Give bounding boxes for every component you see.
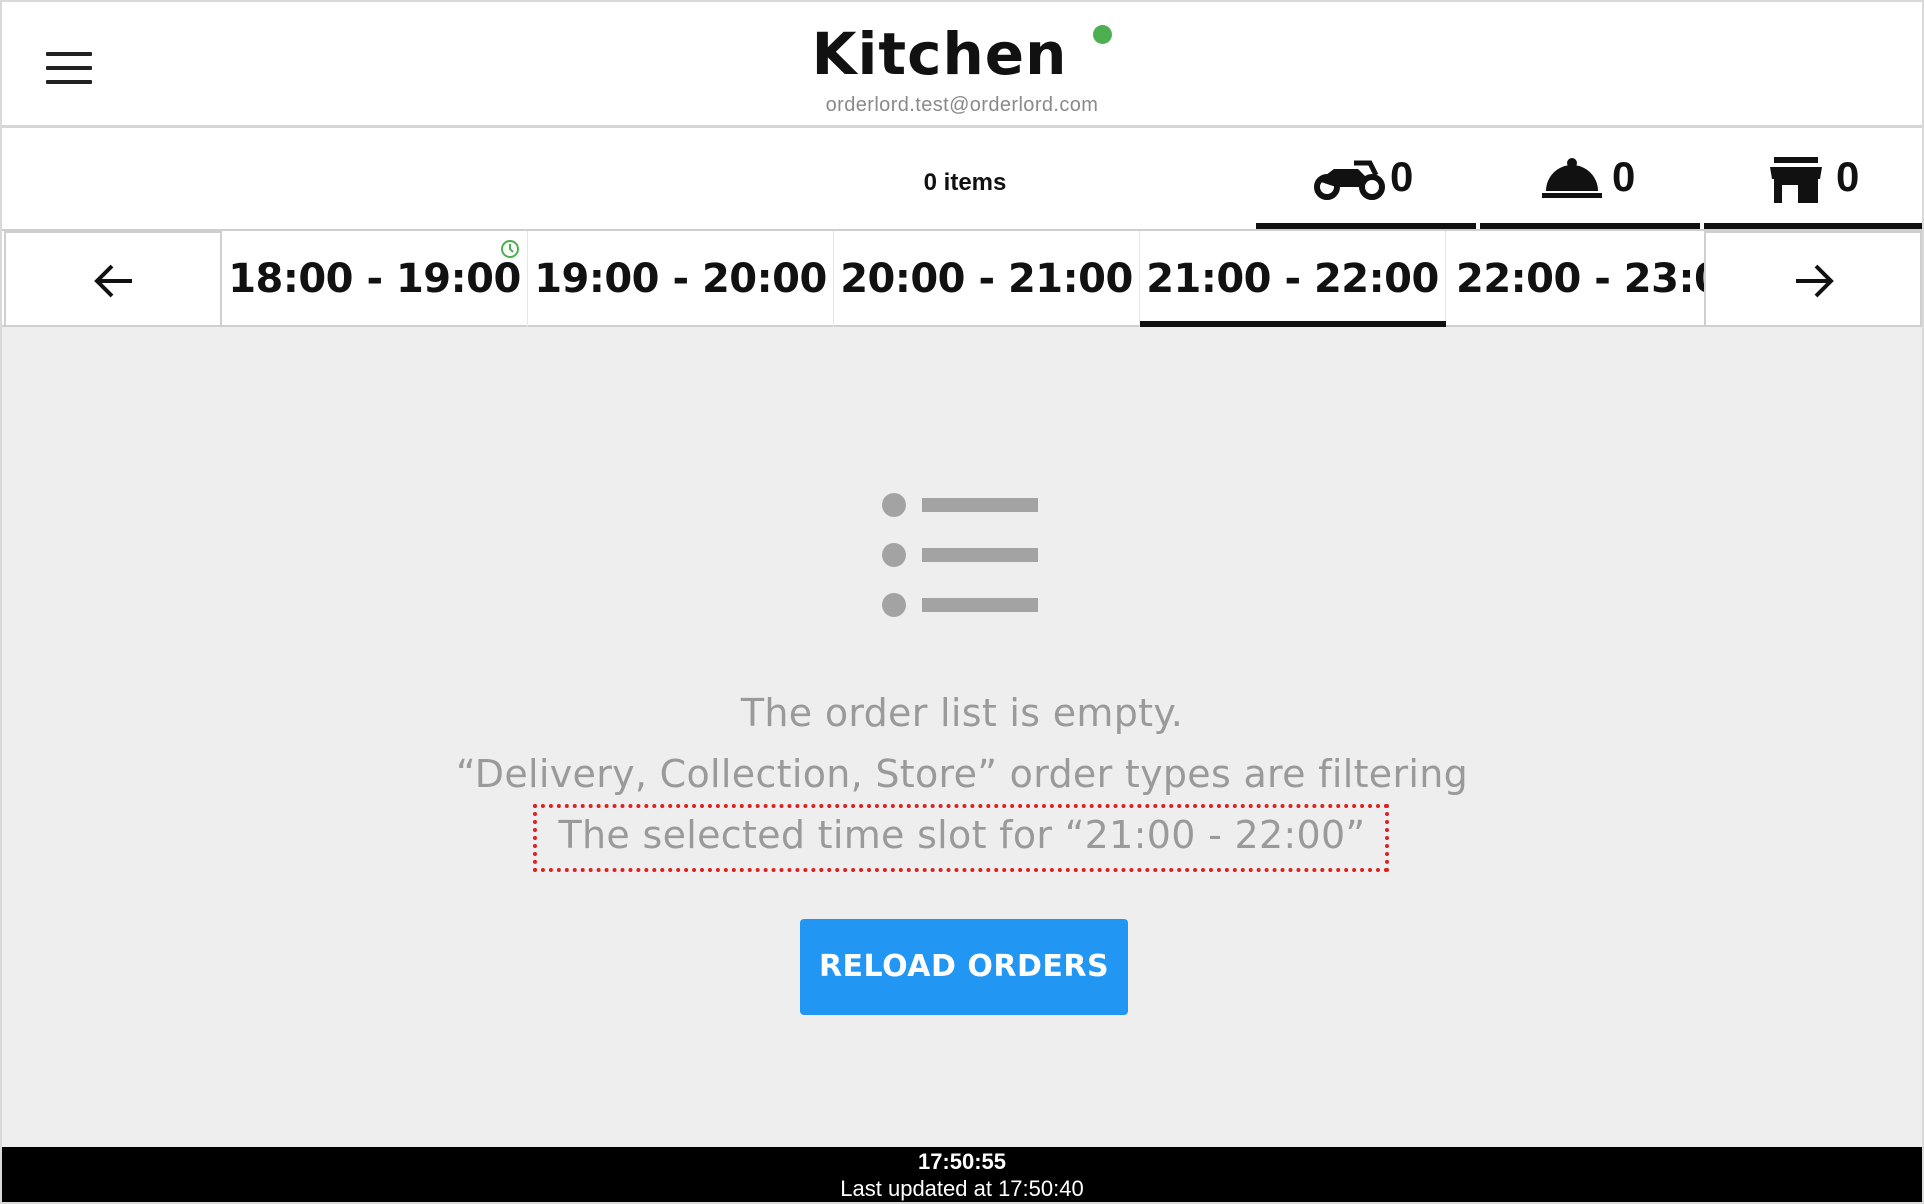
order-summary-bar: 0 items 0 0 0 [2, 131, 1922, 231]
next-slot-button[interactable] [1704, 231, 1922, 327]
cloche-icon [1542, 158, 1602, 198]
title-group: Kitchen [2, 20, 1922, 88]
page-title: Kitchen [811, 20, 1068, 88]
time-slot-20-21[interactable]: 20:00 - 21:00 [834, 231, 1140, 327]
last-updated: Last updated at 17:50:40 [840, 1176, 1084, 1201]
time-slot-message: The selected time slot for “21:00 - 22:0… [558, 813, 1366, 857]
time-slot-bar: 18:00 - 19:00 19:00 - 20:00 20:00 - 21:0… [2, 231, 1922, 327]
motorbike-icon [1314, 160, 1385, 200]
time-slot-label: 18:00 - 19:00 [228, 256, 521, 302]
current-time: 17:50:55 [917, 1149, 1007, 1174]
time-slot-21-22-selected[interactable]: 21:00 - 22:00 [1140, 231, 1446, 327]
status-footer: 17:50:55 Last updated at 17:50:40 [2, 1147, 1922, 1202]
time-slot-list: 18:00 - 19:00 19:00 - 20:00 20:00 - 21:0… [222, 231, 1704, 327]
collection-count: 0 [1612, 153, 1636, 200]
store-count: 0 [1836, 153, 1860, 200]
reload-orders-button[interactable]: RELOAD ORDERS [800, 919, 1128, 1015]
order-type-store-tab[interactable]: 0 [1704, 131, 1922, 229]
time-slot-label: 22:00 - 23:00 [1456, 256, 1704, 302]
clock-icon [501, 240, 519, 258]
arrow-right-icon [1796, 264, 1834, 298]
items-count: 0 items [923, 169, 1007, 196]
previous-slot-button[interactable] [4, 231, 222, 327]
time-slot-label: 20:00 - 21:00 [840, 256, 1133, 302]
account-email: orderlord.test@orderlord.com [825, 94, 1099, 116]
order-list-area: The order list is empty. “Delivery, Coll… [2, 327, 1922, 1147]
empty-message: The order list is empty. [740, 691, 1184, 735]
delivery-count: 0 [1390, 153, 1414, 200]
time-slot-22-23[interactable]: 22:00 - 23:00 [1446, 231, 1704, 327]
time-slot-19-20[interactable]: 19:00 - 20:00 [528, 231, 834, 327]
arrow-left-icon [94, 264, 132, 298]
order-type-delivery-tab[interactable]: 0 [1256, 131, 1476, 229]
time-slot-label: 21:00 - 22:00 [1146, 256, 1439, 302]
filter-message: “Delivery, Collection, Store” order type… [455, 752, 1469, 796]
order-type-collection-tab[interactable]: 0 [1480, 131, 1700, 229]
store-icon [1770, 157, 1822, 203]
time-slot-label: 19:00 - 20:00 [534, 256, 827, 302]
online-status-dot [1093, 25, 1113, 44]
app-window: Kitchen orderlord.test@orderlord.com 0 i… [0, 0, 1924, 1204]
list-icon [882, 493, 1042, 623]
app-header: Kitchen orderlord.test@orderlord.com [2, 2, 1922, 128]
time-slot-18-19[interactable]: 18:00 - 19:00 [222, 231, 528, 327]
